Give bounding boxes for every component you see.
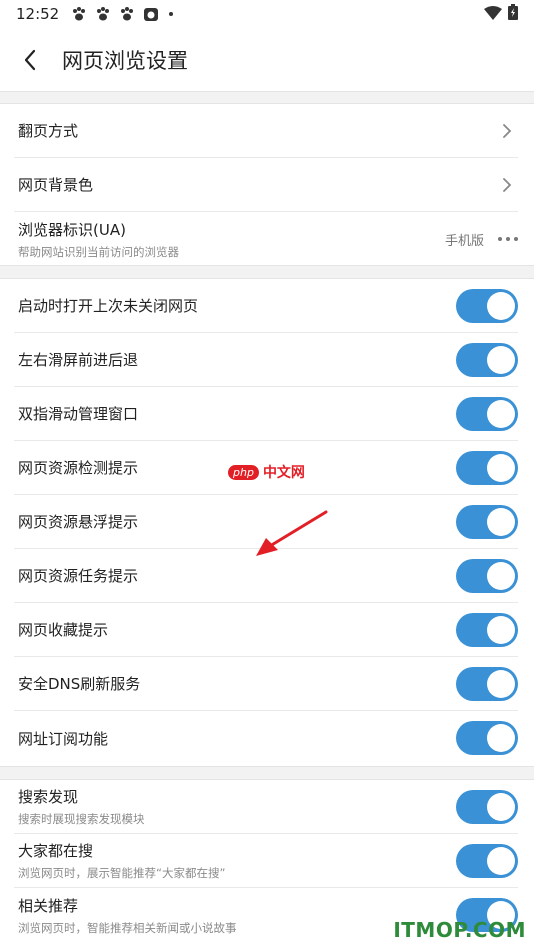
search-discovery-item: 搜索发现 搜索时展现搜索发现模块: [14, 780, 518, 834]
item-label: 左右滑屏前进后退: [18, 351, 139, 369]
paw-notification-icon: [119, 6, 135, 22]
two-finger-window-item: 双指滑动管理窗口: [14, 387, 518, 441]
secure-dns-toggle[interactable]: [456, 666, 518, 701]
more-icon[interactable]: [498, 237, 518, 241]
url-subscription-toggle[interactable]: [456, 721, 518, 755]
paw-notification-icon: [71, 6, 87, 22]
settings-group-search: 搜索发现 搜索时展现搜索发现模块 大家都在搜 浏览网页时，展示智能推荐“大家都在…: [0, 779, 534, 950]
chevron-right-icon: [500, 177, 514, 192]
resource-detect-hint-item: 网页资源检测提示: [14, 441, 518, 495]
page-turn-mode-item[interactable]: 翻页方式: [14, 104, 518, 158]
item-label: 网页资源任务提示: [18, 567, 139, 585]
battery-icon: [508, 4, 518, 24]
ua-value: 手机版: [444, 233, 484, 249]
item-label: 安全DNS刷新服务: [18, 675, 141, 693]
swipe-navigation-toggle[interactable]: [456, 342, 518, 377]
resource-detect-hint-toggle[interactable]: [456, 450, 518, 485]
two-finger-window-toggle[interactable]: [456, 396, 518, 431]
settings-group-general: 翻页方式 网页背景色 浏览器标识(UA) 帮助网站识别当前访问的浏览器 手机版: [0, 103, 534, 266]
user-agent-item[interactable]: 浏览器标识(UA) 帮助网站识别当前访问的浏览器 手机版: [14, 212, 518, 266]
item-label: 启动时打开上次未关闭网页: [18, 297, 199, 315]
item-description: 浏览网页时，智能推荐相关新闻或小说故事: [18, 920, 237, 935]
app-notification-icon: [143, 6, 159, 22]
status-time: 12:52: [16, 5, 60, 23]
more-notifications-dot: [169, 12, 174, 16]
paw-notification-icon: [95, 6, 111, 22]
item-label: 网页背景色: [18, 176, 94, 194]
item-description: 帮助网站识别当前访问的浏览器: [18, 244, 179, 259]
bookmark-hint-toggle[interactable]: [456, 612, 518, 647]
item-label: 搜索发现: [18, 788, 79, 806]
item-description: 搜索时展现搜索发现模块: [18, 812, 145, 826]
item-label: 浏览器标识(UA): [18, 220, 126, 239]
item-label: 网址订阅功能: [18, 729, 109, 748]
resource-task-hint-item: 网页资源任务提示: [14, 549, 518, 603]
related-recommendations-item: 相关推荐 浏览网页时，智能推荐相关新闻或小说故事: [14, 888, 518, 942]
item-label: 相关推荐: [18, 896, 79, 915]
page-background-color-item[interactable]: 网页背景色: [14, 158, 518, 212]
section-divider: [0, 266, 534, 278]
trending-searches-toggle[interactable]: [456, 843, 518, 878]
item-label: 大家都在搜: [18, 842, 94, 860]
back-arrow-icon: [24, 49, 36, 70]
bookmark-hint-item: 网页收藏提示: [14, 603, 518, 657]
item-label: 双指滑动管理窗口: [18, 405, 139, 423]
section-divider: [0, 767, 534, 779]
resource-float-hint-item: 网页资源悬浮提示: [14, 495, 518, 549]
chevron-right-icon: [500, 123, 514, 138]
swipe-navigation-item: 左右滑屏前进后退: [14, 333, 518, 387]
page-title: 网页浏览设置: [62, 48, 188, 73]
settings-group-browsing: 启动时打开上次未关闭网页 左右滑屏前进后退 双指滑动管理窗口 网页资源检测提示 …: [0, 278, 534, 767]
item-label: 网页资源检测提示: [18, 459, 139, 477]
back-button[interactable]: [0, 28, 60, 92]
restore-tabs-on-start-item: 启动时打开上次未关闭网页: [14, 279, 518, 333]
item-description: 浏览网页时，展示智能推荐“大家都在搜”: [18, 866, 226, 880]
resource-float-hint-toggle[interactable]: [456, 504, 518, 539]
secure-dns-item: 安全DNS刷新服务: [14, 657, 518, 711]
url-subscription-item: 网址订阅功能: [14, 711, 518, 765]
app-bar: 网页浏览设置: [0, 28, 534, 92]
status-bar: 12:52: [0, 0, 534, 28]
wifi-icon: [484, 5, 502, 24]
search-discovery-toggle[interactable]: [456, 789, 518, 824]
related-recommendations-toggle[interactable]: [456, 898, 518, 932]
item-label: 网页收藏提示: [18, 621, 109, 639]
resource-task-hint-toggle[interactable]: [456, 558, 518, 593]
restore-tabs-toggle[interactable]: [456, 288, 518, 323]
item-label: 翻页方式: [18, 122, 79, 140]
item-label: 网页资源悬浮提示: [18, 513, 139, 531]
section-divider: [0, 92, 534, 103]
trending-searches-item: 大家都在搜 浏览网页时，展示智能推荐“大家都在搜”: [14, 834, 518, 888]
